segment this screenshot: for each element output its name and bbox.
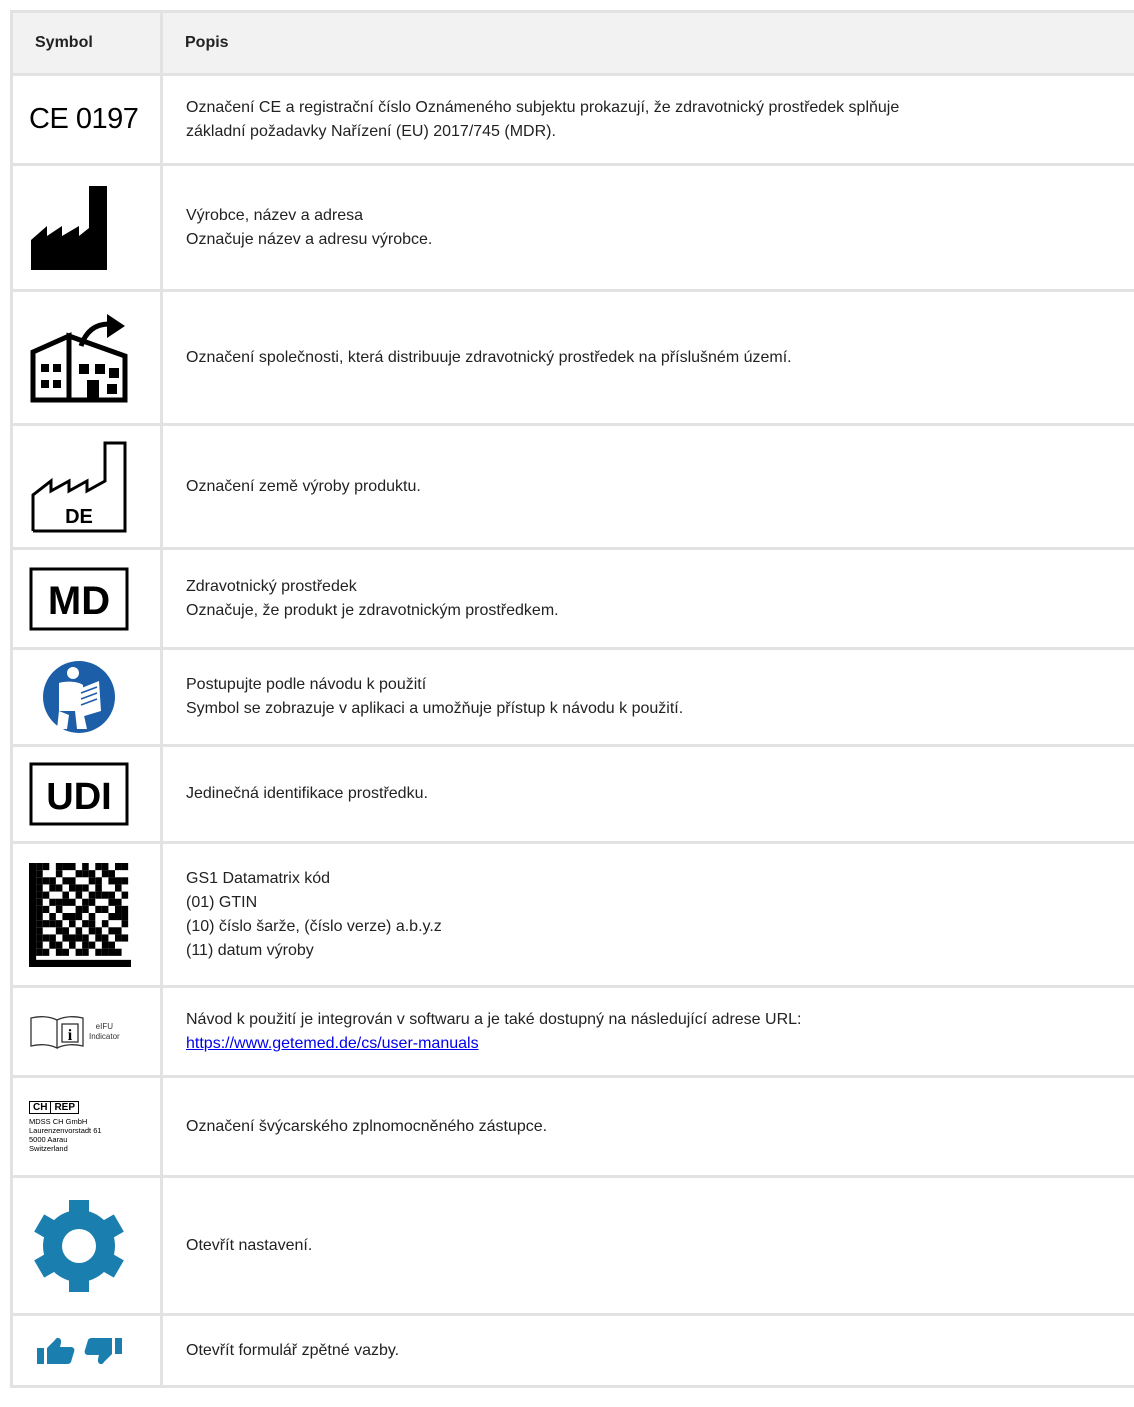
description-line: (01) GTIN xyxy=(186,893,258,911)
manufacturer-icon xyxy=(29,182,144,274)
udi-icon: UDI xyxy=(29,762,144,826)
symbol-cell: DE xyxy=(10,423,163,550)
description-line: (11) datum výroby xyxy=(186,941,314,959)
description-cell: GS1 Datamatrix kód (01) GTIN (10) číslo … xyxy=(160,841,1134,988)
symbol-cell: i eIFU Indicator xyxy=(10,985,163,1078)
description-line: Návod k použití je integrován v softwaru… xyxy=(186,1010,802,1028)
user-manuals-link[interactable]: https://www.getemed.de/cs/user-manuals xyxy=(186,1035,479,1052)
description-line: Symbol se zobrazuje v aplikaci a umožňuj… xyxy=(186,700,684,717)
description-cell: Návod k použití je integrován v softwaru… xyxy=(160,985,1134,1078)
symbol-cell xyxy=(10,1313,163,1388)
table-row: DE Označení země výroby produktu. xyxy=(10,423,1134,550)
read-instructions-icon xyxy=(29,659,144,735)
header-symbol: Symbol xyxy=(10,10,163,76)
ch-rep-icon: CH REP MDSS CH GmbH Laurenzenvorstadt 61 … xyxy=(29,1100,144,1153)
symbol-cell xyxy=(10,163,163,292)
description-cell: Výrobce, název a adresa Označuje název a… xyxy=(160,163,1134,292)
description-line: Označení švýcarského zplnomocněného zást… xyxy=(186,1117,548,1135)
description-line: základní požadavky Nařízení (EU) 2017/74… xyxy=(186,122,556,140)
rep-tag: REP xyxy=(51,1100,80,1114)
description-line: Označuje, že produkt je zdravotnickým pr… xyxy=(186,601,559,619)
eifu-icon: i eIFU Indicator xyxy=(29,1014,144,1050)
ch-rep-line: 5000 Aarau xyxy=(29,1134,68,1144)
thumbs-feedback-icon xyxy=(29,1336,144,1366)
table-row: UDI Jedinečná identifikace prostředku. xyxy=(10,744,1134,844)
description-cell: Označení švýcarského zplnomocněného zást… xyxy=(160,1075,1134,1178)
eifu-label: Indicator xyxy=(89,1031,120,1041)
de-label: DE xyxy=(65,506,93,528)
description-line: Postupujte podle návodu k použití xyxy=(186,676,427,693)
description-line: Označuje název a adresu výrobce. xyxy=(186,230,433,248)
ch-rep-line: MDSS CH GmbH xyxy=(29,1116,88,1126)
table-row: CH REP MDSS CH GmbH Laurenzenvorstadt 61 … xyxy=(10,1075,1134,1178)
table-row: Otevřít nastavení. xyxy=(10,1175,1134,1316)
ce-mark-icon: CE 0197 xyxy=(29,103,139,135)
description-cell: Postupujte podle návodu k použití Symbol… xyxy=(160,647,1134,747)
gear-icon xyxy=(29,1196,144,1296)
datamatrix-icon xyxy=(29,862,144,967)
description-cell: Otevřít nastavení. xyxy=(160,1175,1134,1316)
symbols-table: Symbol Popis CE 0197 Označení CE a regis… xyxy=(10,10,1134,1388)
ch-rep-line: Laurenzenvorstadt 61 xyxy=(29,1125,102,1135)
description-line: Otevřít nastavení. xyxy=(186,1236,313,1254)
table-row: Výrobce, název a adresa Označuje název a… xyxy=(10,163,1134,292)
symbol-cell xyxy=(10,841,163,988)
description-line: Označení země výroby produktu. xyxy=(186,477,421,495)
description-line: Otevřít formulář zpětné vazby. xyxy=(186,1341,400,1359)
symbol-cell: CE 0197 xyxy=(10,73,163,166)
description-line: Zdravotnický prostředek xyxy=(186,577,357,595)
description-line: Označení společnosti, která distribuuje … xyxy=(186,348,792,366)
table-row: i eIFU Indicator Návod k použití je inte… xyxy=(10,985,1134,1078)
ch-tag: CH xyxy=(29,1100,52,1114)
table-row: Označení společnosti, která distribuuje … xyxy=(10,289,1134,426)
description-cell: Označení země výroby produktu. xyxy=(160,423,1134,550)
symbol-cell xyxy=(10,289,163,426)
symbol-cell: UDI xyxy=(10,744,163,844)
medical-device-icon: MD xyxy=(29,567,144,631)
description-cell: Označení CE a registrační číslo Oznámené… xyxy=(160,73,1134,166)
eifu-label: eIFU xyxy=(95,1021,114,1031)
table-header-row: Symbol Popis xyxy=(10,10,1134,76)
country-of-manufacture-icon: DE xyxy=(29,439,144,535)
table-row: Postupujte podle návodu k použití Symbol… xyxy=(10,647,1134,747)
description-cell: Otevřít formulář zpětné vazby. xyxy=(160,1313,1134,1388)
description-cell: Zdravotnický prostředek Označuje, že pro… xyxy=(160,547,1134,650)
header-description: Popis xyxy=(160,10,1134,76)
description-line: Jedinečná identifikace prostředku. xyxy=(186,785,428,802)
svg-text:i: i xyxy=(68,1027,73,1044)
symbol-cell: MD xyxy=(10,547,163,650)
description-line: Označení CE a registrační číslo Oznámené… xyxy=(186,98,900,116)
description-line: Výrobce, název a adresa xyxy=(186,206,363,224)
symbol-cell xyxy=(10,1175,163,1316)
description-cell: Označení společnosti, která distribuuje … xyxy=(160,289,1134,426)
table-row: MD Zdravotnický prostředek Označuje, že … xyxy=(10,547,1134,650)
description-line: GS1 Datamatrix kód xyxy=(186,869,331,887)
description-line: (10) číslo šarže, (číslo verze) a.b.y.z xyxy=(186,917,442,935)
ch-rep-line: Switzerland xyxy=(29,1143,68,1153)
symbol-cell: CH REP MDSS CH GmbH Laurenzenvorstadt 61 … xyxy=(10,1075,163,1178)
symbol-cell xyxy=(10,647,163,747)
distributor-icon xyxy=(29,312,144,404)
udi-label: UDI xyxy=(46,776,111,818)
md-label: MD xyxy=(48,579,110,623)
table-row: CE 0197 Označení CE a registrační číslo … xyxy=(10,73,1134,166)
table-row: GS1 Datamatrix kód (01) GTIN (10) číslo … xyxy=(10,841,1134,988)
table-row: Otevřít formulář zpětné vazby. xyxy=(10,1313,1134,1388)
description-cell: Jedinečná identifikace prostředku. xyxy=(160,744,1134,844)
